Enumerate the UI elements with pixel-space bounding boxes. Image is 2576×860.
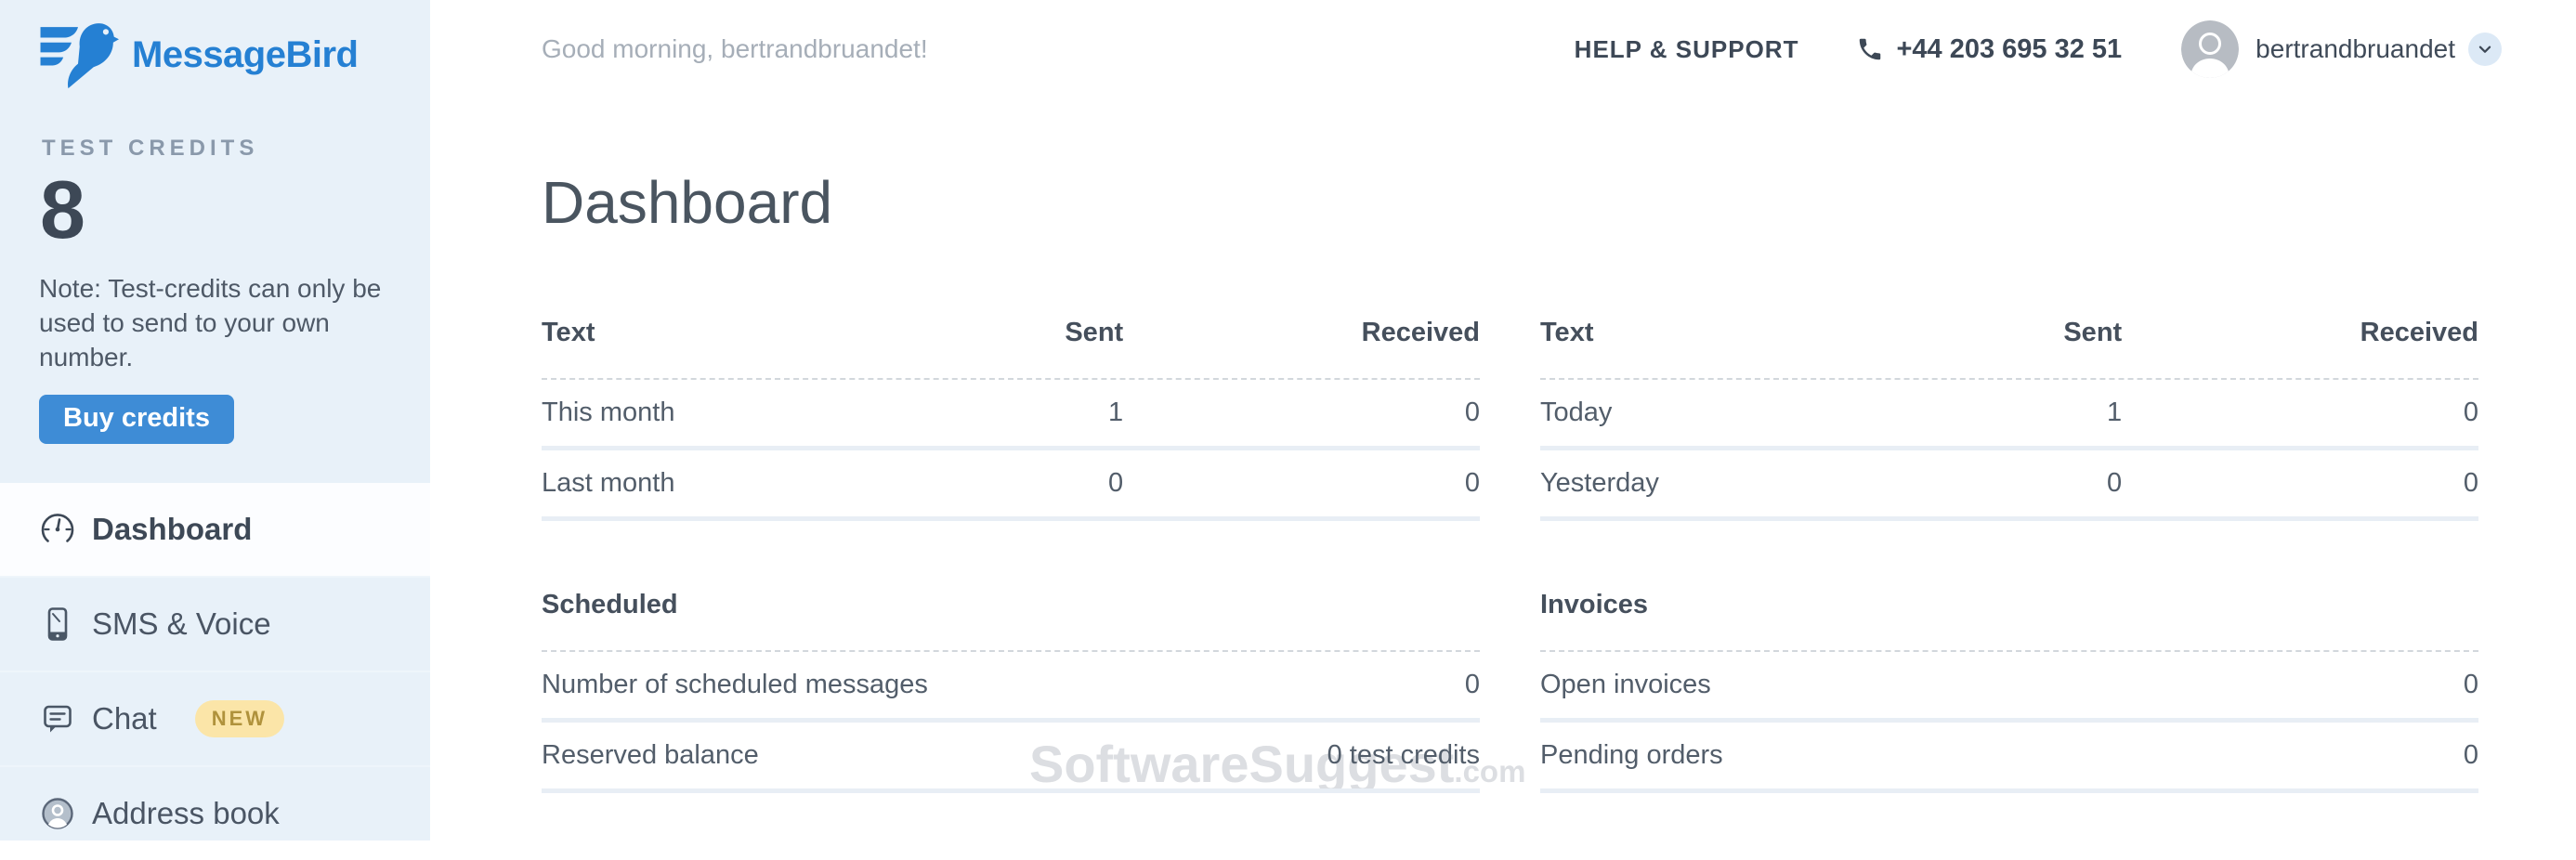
sent-value: 1 xyxy=(1916,397,2122,428)
table-row: Yesterday 0 0 xyxy=(1540,450,2478,521)
table-row: Open invoices 0 xyxy=(1540,652,2478,723)
sidebar-item-address-book[interactable]: Address book xyxy=(0,765,430,860)
summary-tables-row: Scheduled Number of scheduled messages 0… xyxy=(430,580,2576,793)
table-row: This month 1 0 xyxy=(542,380,1480,450)
received-value: 0 xyxy=(1123,468,1480,499)
column-header: Received xyxy=(2122,318,2478,348)
column-header: Received xyxy=(1123,318,1480,348)
sidebar-item-label: Dashboard xyxy=(92,512,252,547)
row-label: Last month xyxy=(542,468,917,499)
support-phone-number: +44 203 695 32 51 xyxy=(1896,34,2122,65)
chevron-down-icon xyxy=(2478,46,2491,54)
test-credits-label: TEST CREDITS xyxy=(42,136,430,162)
test-credits-value: 8 xyxy=(40,169,430,251)
column-header: Sent xyxy=(917,318,1123,348)
row-label: Reserved balance xyxy=(542,740,1105,771)
column-header: Sent xyxy=(1916,318,2122,348)
new-badge: NEW xyxy=(195,700,284,737)
top-bar-right: HELP & SUPPORT +44 203 695 32 51 xyxy=(1575,20,2502,78)
scheduled-table: Scheduled Number of scheduled messages 0… xyxy=(542,580,1480,793)
smartphone-icon xyxy=(39,606,76,643)
chat-bubble-icon xyxy=(39,700,76,737)
table-row: Pending orders 0 xyxy=(1540,723,2478,793)
table-row: Number of scheduled messages 0 xyxy=(542,652,1480,723)
row-label: Number of scheduled messages xyxy=(542,670,1105,700)
table-header: Invoices xyxy=(1540,580,2478,652)
row-label: This month xyxy=(542,397,917,428)
section-title: Scheduled xyxy=(542,590,1480,620)
sidebar-menu: Dashboard SMS & Voice Cha xyxy=(0,483,430,860)
sidebar-item-label: Address book xyxy=(92,796,280,831)
page-title: Dashboard xyxy=(542,173,2576,232)
table-header: Scheduled xyxy=(542,580,1480,652)
section-title: Invoices xyxy=(1540,590,2478,620)
text-stats-table-left: Text Sent Received This month 1 0 Last m… xyxy=(542,308,1480,521)
row-label: Pending orders xyxy=(1540,740,2103,771)
sent-value: 1 xyxy=(917,397,1123,428)
sidebar-item-label: SMS & Voice xyxy=(92,606,271,642)
gauge-icon xyxy=(39,511,76,548)
help-support-link[interactable]: HELP & SUPPORT xyxy=(1575,35,1799,64)
row-value: 0 xyxy=(2103,740,2478,771)
sidebar: MessageBird TEST CREDITS 8 Note: Test-cr… xyxy=(0,0,430,840)
support-phone[interactable]: +44 203 695 32 51 xyxy=(1856,34,2122,65)
row-label: Yesterday xyxy=(1540,468,1916,499)
received-value: 0 xyxy=(2122,468,2478,499)
top-bar: Good morning, bertrandbruandet! HELP & S… xyxy=(430,0,2576,98)
column-header: Text xyxy=(1540,318,1916,348)
table-header: Text Sent Received xyxy=(542,308,1480,380)
row-value: 0 xyxy=(2103,670,2478,700)
person-circle-icon xyxy=(39,795,76,832)
text-stats-table-right: Text Sent Received Today 1 0 Yesterday 0… xyxy=(1540,308,2478,521)
row-value: 0 test credits xyxy=(1105,740,1480,771)
sidebar-item-label: Chat xyxy=(92,701,157,736)
row-label: Open invoices xyxy=(1540,670,2103,700)
brand-name: MessageBird xyxy=(132,34,358,76)
table-header: Text Sent Received xyxy=(1540,308,2478,380)
sent-value: 0 xyxy=(917,468,1123,499)
sidebar-item-sms-voice[interactable]: SMS & Voice xyxy=(0,576,430,671)
buy-credits-button[interactable]: Buy credits xyxy=(39,395,234,444)
stats-tables-row: Text Sent Received This month 1 0 Last m… xyxy=(430,308,2576,521)
invoices-table: Invoices Open invoices 0 Pending orders … xyxy=(1540,580,2478,793)
messagebird-bird-icon xyxy=(37,19,119,91)
row-label: Today xyxy=(1540,397,1916,428)
column-header: Text xyxy=(542,318,917,348)
table-row: Today 1 0 xyxy=(1540,380,2478,450)
messagebird-logo[interactable]: MessageBird xyxy=(0,0,430,91)
row-value: 0 xyxy=(1105,670,1480,700)
user-menu-toggle[interactable] xyxy=(2468,33,2502,66)
avatar[interactable] xyxy=(2181,20,2239,78)
table-row: Reserved balance 0 test credits xyxy=(542,723,1480,793)
main-content: Good morning, bertrandbruandet! HELP & S… xyxy=(430,0,2576,840)
sent-value: 0 xyxy=(1916,468,2122,499)
sidebar-item-dashboard[interactable]: Dashboard xyxy=(0,483,430,576)
username-text[interactable]: bertrandbruandet xyxy=(2256,34,2455,64)
received-value: 0 xyxy=(2122,397,2478,428)
sidebar-item-chat[interactable]: Chat NEW xyxy=(0,671,430,765)
phone-icon xyxy=(1856,35,1884,63)
test-credits-note: Note: Test-credits can only be used to s… xyxy=(39,271,394,374)
table-row: Last month 0 0 xyxy=(542,450,1480,521)
received-value: 0 xyxy=(1123,397,1480,428)
greeting-text: Good morning, bertrandbruandet! xyxy=(542,34,928,64)
